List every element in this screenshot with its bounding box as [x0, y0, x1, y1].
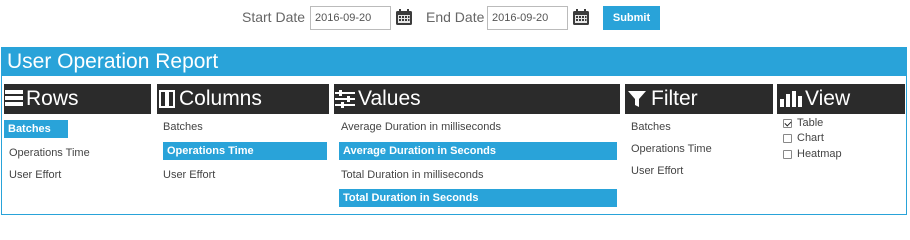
- filter-icon: [628, 91, 646, 107]
- filter-item-user-effort[interactable]: User Effort: [631, 162, 683, 180]
- columns-item-batches[interactable]: Batches: [163, 118, 203, 136]
- view-option-table[interactable]: Table: [783, 117, 823, 129]
- values-panel: Values Average Duration in milliseconds …: [334, 84, 620, 207]
- view-panel: View Table Chart Heatmap: [777, 84, 905, 160]
- values-item-total-ms[interactable]: Total Duration in milliseconds: [341, 166, 483, 184]
- rows-icon: [5, 90, 23, 106]
- rows-title: Rows: [26, 87, 79, 110]
- start-date-input[interactable]: [310, 6, 391, 30]
- rows-panel: Rows Batches Operations Time User Effort: [4, 84, 151, 181]
- date-toolbar: Start Date End Date Submit: [0, 0, 910, 44]
- checkbox-checked[interactable]: [783, 118, 792, 128]
- rows-header: Rows: [4, 84, 151, 114]
- filter-item-batches[interactable]: Batches: [631, 118, 671, 136]
- columns-header: Columns: [157, 84, 329, 114]
- rows-item-operations-time[interactable]: Operations Time: [9, 144, 90, 162]
- rows-item-user-effort[interactable]: User Effort: [9, 166, 61, 184]
- end-date-input[interactable]: [487, 6, 568, 30]
- report-panel: User Operation Report Rows Batches Opera…: [1, 47, 907, 215]
- values-title: Values: [358, 87, 421, 110]
- columns-item-user-effort[interactable]: User Effort: [163, 166, 215, 184]
- view-option-heatmap[interactable]: Heatmap: [783, 148, 842, 160]
- values-item-avg-seconds[interactable]: Average Duration in Seconds: [339, 142, 617, 160]
- columns-panel: Columns Batches Operations Time User Eff…: [157, 84, 329, 181]
- columns-icon: [159, 90, 175, 108]
- view-title: View: [805, 87, 851, 110]
- sliders-icon: [335, 90, 355, 108]
- bar-chart-icon: [780, 91, 802, 107]
- start-date-label: Start Date: [242, 9, 306, 25]
- values-item-avg-ms[interactable]: Average Duration in milliseconds: [341, 118, 501, 136]
- columns-title: Columns: [179, 87, 262, 110]
- values-header: Values: [334, 84, 620, 114]
- checkbox-unchecked[interactable]: [783, 133, 792, 143]
- view-option-chart[interactable]: Chart: [783, 132, 824, 144]
- filter-header: Filter: [625, 84, 773, 114]
- checkbox-unchecked[interactable]: [783, 149, 792, 159]
- end-date-label: End Date: [426, 9, 485, 25]
- report-title: User Operation Report: [2, 48, 906, 76]
- values-item-total-seconds[interactable]: Total Duration in Seconds: [339, 189, 617, 207]
- columns-item-operations-time[interactable]: Operations Time: [163, 142, 327, 160]
- view-header: View: [777, 84, 905, 114]
- rows-item-batches[interactable]: Batches: [4, 120, 68, 138]
- calendar-icon[interactable]: [394, 7, 414, 27]
- filter-title: Filter: [651, 87, 698, 110]
- submit-button[interactable]: Submit: [603, 6, 660, 30]
- calendar-icon[interactable]: [571, 7, 591, 27]
- filter-panel: Filter Batches Operations Time User Effo…: [625, 84, 773, 177]
- filter-item-operations-time[interactable]: Operations Time: [631, 140, 712, 158]
